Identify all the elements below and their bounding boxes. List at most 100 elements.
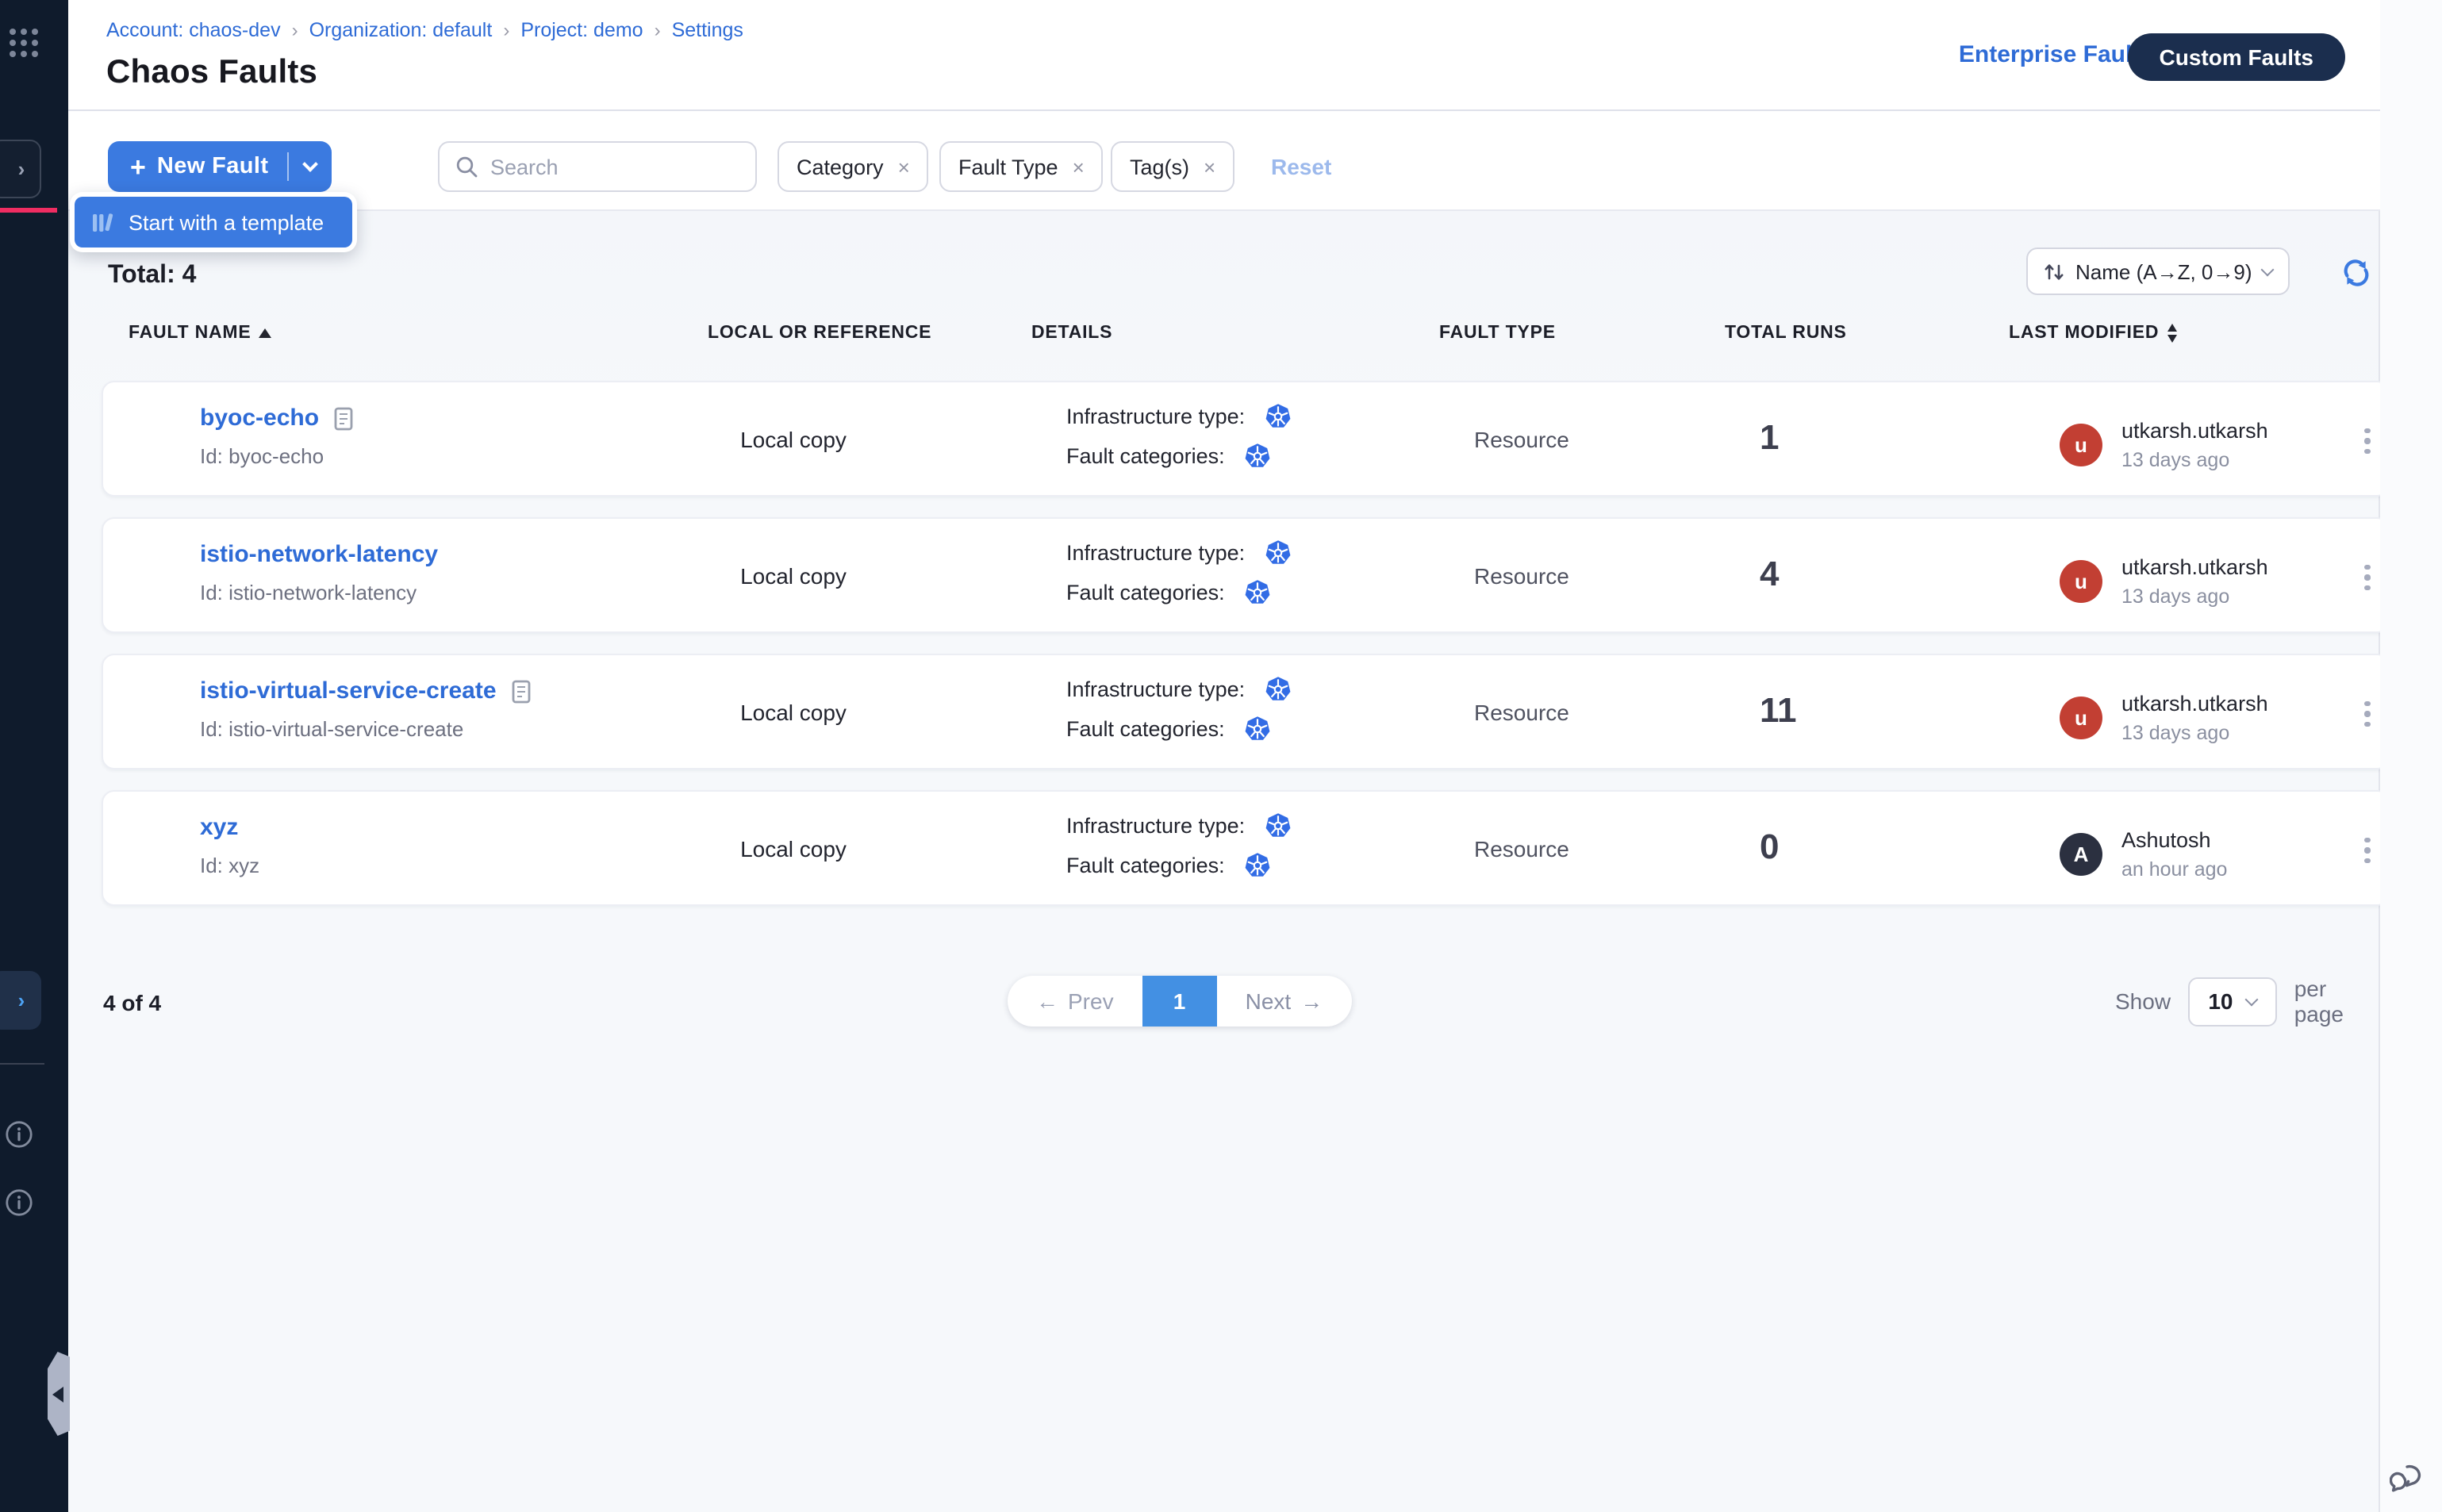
page-size-select[interactable]: 10 bbox=[2188, 977, 2277, 1026]
breadcrumb-account[interactable]: Account: chaos-dev bbox=[106, 19, 281, 41]
custom-faults-button[interactable]: Custom Faults bbox=[2128, 33, 2345, 81]
copy-id-icon[interactable] bbox=[511, 678, 532, 704]
new-fault-button[interactable]: + New Fault bbox=[108, 141, 332, 192]
local-or-reference-value: Local copy bbox=[690, 563, 897, 589]
prev-page-button[interactable]: ← Prev bbox=[1008, 976, 1142, 1027]
chevron-down-icon[interactable] bbox=[303, 156, 319, 172]
start-with-template-menu-item[interactable]: Start with a template bbox=[75, 197, 352, 248]
kubernetes-icon bbox=[1264, 812, 1291, 839]
fault-row-istio-network-latency[interactable]: istio-network-latency Id: istio-network-… bbox=[102, 517, 2390, 633]
modified-by: utkarsh.utkarsh bbox=[2121, 555, 2268, 579]
page-number-button[interactable]: 1 bbox=[1142, 976, 1217, 1027]
main-content: Account: chaos-dev › Organization: defau… bbox=[68, 0, 2380, 1512]
filter-chip-tags[interactable]: Tag(s) × bbox=[1111, 141, 1234, 192]
fault-name-link[interactable]: byoc-echo bbox=[200, 405, 319, 432]
column-label: TOTAL RUNS bbox=[1725, 324, 1847, 343]
local-or-reference-value: Local copy bbox=[690, 700, 897, 725]
nav-expand-button-highlighted[interactable]: › bbox=[0, 971, 41, 1030]
per-page-label: per page bbox=[2294, 976, 2379, 1027]
sidebar-collapse-handle[interactable] bbox=[48, 1352, 70, 1436]
close-icon[interactable]: × bbox=[1073, 155, 1085, 178]
new-fault-label: New Fault bbox=[157, 154, 269, 179]
refresh-icon bbox=[2340, 257, 2372, 289]
total-count-label: Total: 4 bbox=[108, 262, 196, 290]
copy-id-icon[interactable] bbox=[333, 405, 354, 431]
fault-type-value: Resource bbox=[1474, 700, 1569, 725]
info-button[interactable] bbox=[5, 1120, 33, 1149]
infrastructure-type-label: Infrastructure type: bbox=[1066, 405, 1245, 428]
left-arrow-icon: ← bbox=[1036, 988, 1058, 1014]
pagination: ← Prev 1 Next → bbox=[1008, 976, 1351, 1027]
fault-categories-label: Fault categories: bbox=[1066, 581, 1225, 604]
column-label: LAST MODIFIED bbox=[2009, 324, 2159, 343]
prev-label: Prev bbox=[1068, 988, 1114, 1014]
app-grid-icon[interactable] bbox=[10, 29, 44, 57]
column-fault-type: FAULT TYPE bbox=[1439, 324, 1556, 343]
fault-name-link[interactable]: istio-network-latency bbox=[200, 541, 438, 568]
fault-categories-label: Fault categories: bbox=[1066, 854, 1225, 877]
total-runs-value: 1 bbox=[1760, 417, 1780, 459]
fault-row-istio-virtual-service-create[interactable]: istio-virtual-service-create Id: istio-v… bbox=[102, 654, 2390, 769]
breadcrumb-organization[interactable]: Organization: default bbox=[309, 19, 493, 41]
column-label: DETAILS bbox=[1031, 324, 1112, 343]
kubernetes-icon bbox=[1244, 579, 1271, 606]
chevron-right-icon: › bbox=[7, 988, 25, 1012]
fault-name-link[interactable]: xyz bbox=[200, 814, 238, 841]
row-menu-kebab-icon[interactable] bbox=[2353, 693, 2382, 735]
active-module-indicator bbox=[0, 208, 57, 213]
kubernetes-icon bbox=[1264, 539, 1291, 566]
reset-filters-link[interactable]: Reset bbox=[1271, 154, 1331, 179]
nav-expand-button[interactable]: › bbox=[0, 140, 41, 198]
support-chat-button[interactable] bbox=[2390, 1460, 2428, 1498]
refresh-button[interactable] bbox=[2340, 257, 2372, 289]
fault-type-value: Resource bbox=[1474, 836, 1569, 862]
kubernetes-icon bbox=[1264, 676, 1291, 703]
filter-chip-label: Fault Type bbox=[958, 155, 1058, 178]
plus-icon: + bbox=[130, 153, 146, 180]
toolbar: + New Fault Category × Fault Type × bbox=[68, 111, 2380, 211]
chevron-right-icon: › bbox=[7, 157, 25, 181]
row-menu-kebab-icon[interactable] bbox=[2353, 557, 2382, 598]
sort-dropdown[interactable]: Name (A→Z, 0→9) bbox=[2026, 248, 2290, 295]
filter-chip-fault-type[interactable]: Fault Type × bbox=[939, 141, 1104, 192]
close-icon[interactable]: × bbox=[898, 155, 910, 178]
fault-name-link[interactable]: istio-virtual-service-create bbox=[200, 677, 497, 704]
breadcrumb-project[interactable]: Project: demo bbox=[520, 19, 643, 41]
search-icon bbox=[455, 155, 478, 178]
close-icon[interactable]: × bbox=[1204, 155, 1215, 178]
fault-row-xyz[interactable]: xyz Id: xyz Local copy Infrastructure ty… bbox=[102, 790, 2390, 906]
chaos-faults-page: Account: chaos-dev › Organization: defau… bbox=[0, 0, 2442, 1512]
search-input[interactable] bbox=[490, 155, 728, 178]
next-page-button[interactable]: Next → bbox=[1217, 976, 1352, 1027]
page-title: Chaos Faults bbox=[106, 54, 317, 92]
chevron-down-icon bbox=[2261, 263, 2275, 276]
column-total-runs: TOTAL RUNS bbox=[1725, 324, 1847, 343]
chevron-down-icon bbox=[2245, 992, 2259, 1006]
breadcrumb-settings[interactable]: Settings bbox=[672, 19, 743, 41]
enterprise-faults-link[interactable]: Enterprise Faults bbox=[1959, 41, 2153, 68]
row-menu-kebab-icon[interactable] bbox=[2353, 420, 2382, 462]
sort-both-icon bbox=[2167, 324, 2176, 343]
column-label: FAULT TYPE bbox=[1439, 324, 1556, 343]
filter-chip-category[interactable]: Category × bbox=[778, 141, 929, 192]
total-runs-value: 4 bbox=[1760, 554, 1780, 595]
page-header: Account: chaos-dev › Organization: defau… bbox=[68, 0, 2380, 111]
button-divider bbox=[287, 152, 289, 181]
fault-id: Id: byoc-echo bbox=[200, 444, 324, 468]
modified-by: Ashutosh bbox=[2121, 828, 2227, 852]
breadcrumb-separator: › bbox=[503, 19, 509, 41]
next-label: Next bbox=[1246, 988, 1292, 1014]
total-runs-value: 0 bbox=[1760, 827, 1780, 868]
avatar: u bbox=[2060, 697, 2102, 739]
total-runs-value: 11 bbox=[1760, 690, 1797, 731]
column-details: DETAILS bbox=[1031, 324, 1112, 343]
row-menu-kebab-icon[interactable] bbox=[2353, 830, 2382, 871]
column-last-modified[interactable]: LAST MODIFIED bbox=[2009, 324, 2176, 343]
help-button[interactable] bbox=[5, 1188, 33, 1217]
column-label: LOCAL OR REFERENCE bbox=[708, 324, 931, 343]
local-or-reference-value: Local copy bbox=[690, 427, 897, 452]
kubernetes-icon bbox=[1244, 716, 1271, 743]
fault-row-byoc-echo[interactable]: byoc-echo Id: byoc-echo Local copy Infra… bbox=[102, 381, 2390, 497]
column-fault-name[interactable]: FAULT NAME bbox=[129, 324, 272, 343]
column-local-or-reference: LOCAL OR REFERENCE bbox=[708, 324, 931, 343]
